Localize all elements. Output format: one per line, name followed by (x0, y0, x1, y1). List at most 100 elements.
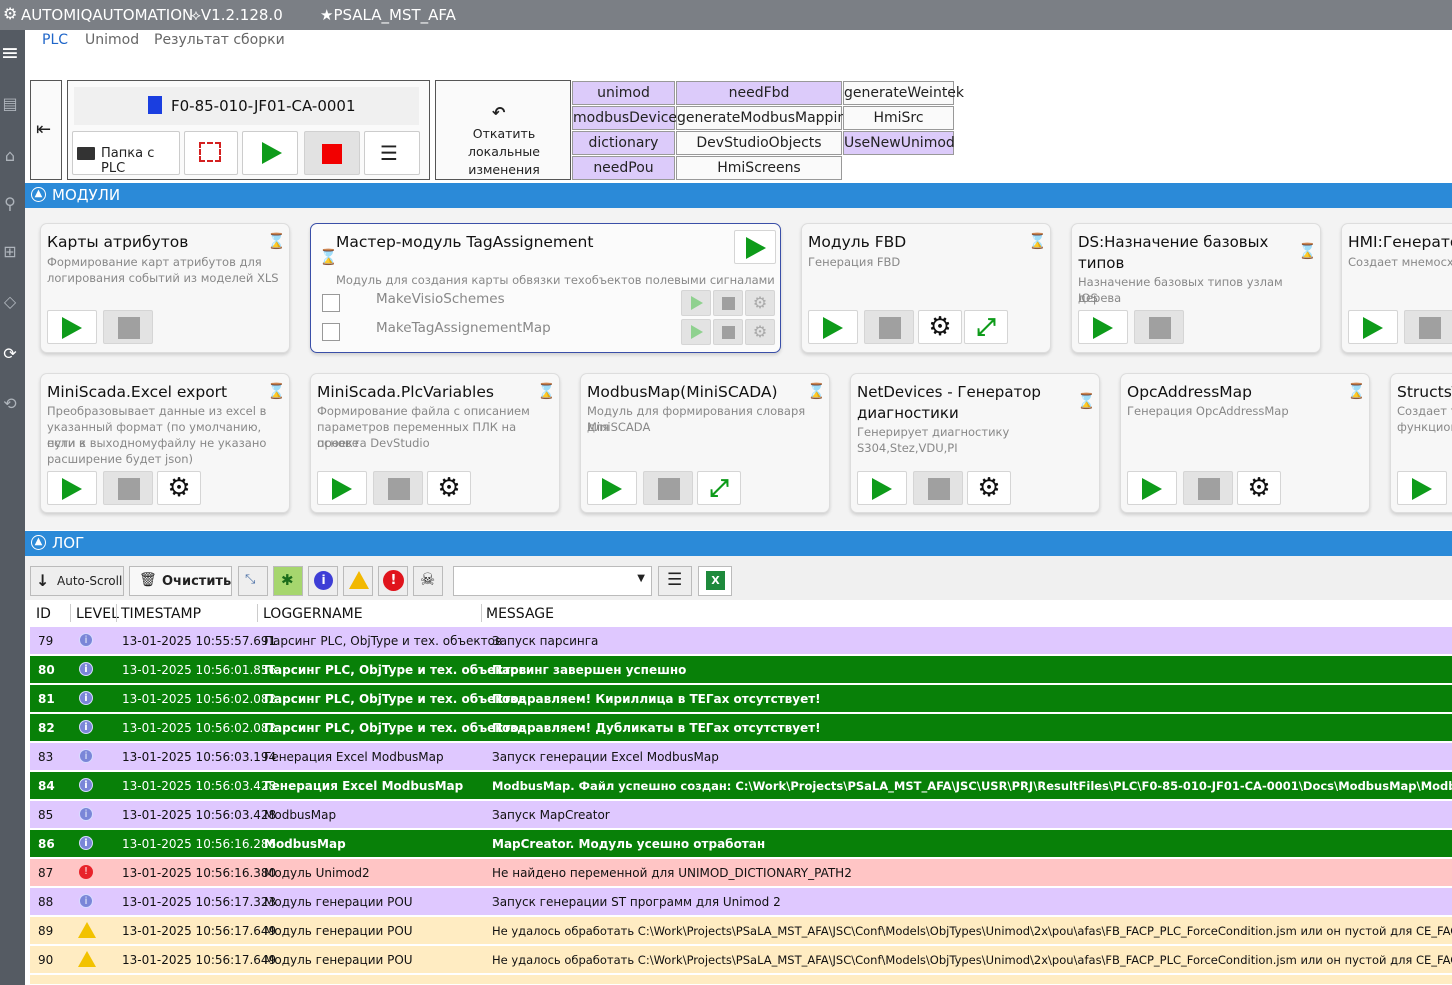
module-stop-button[interactable] (103, 471, 153, 505)
module-stop-button[interactable] (913, 471, 963, 505)
modules-section-header[interactable]: ▲ МОДУЛИ (25, 183, 1452, 209)
column-separator[interactable] (257, 604, 258, 622)
submodule-settings-button[interactable]: ⚙ (745, 290, 775, 316)
table-row[interactable]: 82 i 13-01-2025 10:56:02.082 Парсинг PLC, O… (30, 714, 1452, 742)
module-stop-button[interactable] (103, 310, 153, 344)
table-row[interactable]: 83 i 13-01-2025 10:56:03.194 Генерация Exce… (30, 743, 1452, 771)
column-header-message[interactable]: MESSAGE (486, 606, 554, 622)
project-header[interactable]: F0-85-010-JF01-CA-0001 (74, 87, 419, 125)
clear-log-button[interactable]: 🗑 Очистить (129, 566, 232, 596)
table-row[interactable]: 90 13-01-2025 10:56:17.649 Модуль генераци… (30, 946, 1452, 974)
table-row[interactable]: 80 i 13-01-2025 10:56:01.856 Парсинг PLC, O… (30, 656, 1452, 684)
table-row[interactable]: 79 i 13-01-2025 10:55:57.691 Парсинг PLC, O… (30, 627, 1452, 655)
table-row[interactable]: 84 i 13-01-2025 10:56:03.428 Генерация Exce… (30, 772, 1452, 800)
select-area-button[interactable] (184, 131, 238, 175)
column-separator[interactable] (116, 604, 117, 622)
submodule-run-button[interactable] (681, 290, 711, 316)
tab-build-result[interactable]: Результат сборки (154, 32, 285, 48)
table-row[interactable]: 89 13-01-2025 10:56:17.649 Модуль генераци… (30, 917, 1452, 945)
excel-file-icon[interactable]: ▤ (0, 94, 20, 114)
column-header-timestamp[interactable]: TIMESTAMP (121, 606, 201, 622)
fatal-level-button[interactable]: ☠ (413, 566, 443, 596)
tree-icon[interactable]: ⊞ (0, 242, 20, 262)
tag-needpou[interactable]: needPou (572, 156, 675, 180)
module-run-button[interactable] (317, 471, 367, 505)
module-stop-button[interactable] (1183, 471, 1233, 505)
column-separator[interactable] (481, 604, 482, 622)
column-header-loggername[interactable]: LOGGERNAME (263, 606, 363, 622)
module-settings-button[interactable]: ⚙ (918, 310, 962, 344)
module-run-button[interactable] (808, 310, 858, 344)
module-run-button[interactable] (1348, 310, 1398, 344)
module-run-button[interactable] (1078, 310, 1128, 344)
autoscroll-button[interactable]: ↓ Auto-Scroll (30, 566, 124, 596)
column-header-level[interactable]: LEVEL (76, 606, 119, 622)
wrap-lines-button[interactable]: ☰ (658, 566, 692, 596)
tab-unimod[interactable]: Unimod (85, 32, 139, 48)
logger-filter-select[interactable]: ▼ (453, 566, 652, 596)
module-run-button[interactable] (1397, 471, 1447, 505)
module-stop-button[interactable] (1404, 310, 1452, 344)
tag-modbusdevices[interactable]: modbusDevices (572, 106, 684, 130)
tag-unimod[interactable]: unimod (572, 81, 675, 105)
module-stop-button[interactable] (373, 471, 423, 505)
tag-generatemodbusmapping[interactable]: generateModbusMapping (676, 106, 855, 130)
error-level-button[interactable]: ! (378, 566, 408, 596)
table-row[interactable]: 88 i 13-01-2025 10:56:17.323 Модуль генерац… (30, 888, 1452, 916)
log-section-header[interactable]: ▲ ЛОГ (25, 531, 1452, 557)
module-expand-button[interactable]: ⤢ (697, 471, 741, 505)
stop-button[interactable] (304, 131, 360, 175)
menu-icon[interactable]: ≡ (0, 43, 20, 65)
factory-icon[interactable]: ⌂ (0, 146, 20, 166)
info-level-button[interactable]: i (308, 566, 338, 596)
debug-level-button[interactable]: ✱ (273, 566, 303, 596)
tag-icon[interactable]: ◇ (0, 292, 20, 312)
connect-button[interactable]: ⤡ (238, 566, 268, 596)
plc-folder-button[interactable]: Папка с PLC (72, 131, 180, 176)
maketagassignementmap-checkbox[interactable] (322, 323, 340, 341)
module-settings-button[interactable]: ⚙ (427, 471, 471, 505)
warning-level-button[interactable] (343, 566, 373, 596)
module-run-button[interactable] (47, 310, 97, 344)
collapse-button[interactable]: ⇤ (30, 80, 62, 180)
module-run-button[interactable] (1127, 471, 1177, 505)
module-run-button[interactable] (47, 471, 97, 505)
module-stop-button[interactable] (643, 471, 693, 505)
submodule-settings-button[interactable]: ⚙ (745, 319, 775, 345)
tag-hmisrc[interactable]: HmiSrc (843, 106, 954, 130)
sync-icon[interactable]: ⟳ (0, 344, 20, 364)
module-settings-button[interactable]: ⚙ (157, 471, 201, 505)
submodule-stop-button[interactable] (713, 319, 743, 345)
tag-hmiscreens[interactable]: HmiScreens (676, 156, 842, 180)
filter-icon[interactable]: ⚲ (0, 194, 20, 214)
tag-generateweintek[interactable]: generateWeintek (843, 81, 964, 105)
task-list-button[interactable]: ☰ (364, 131, 420, 175)
module-run-button[interactable] (734, 230, 776, 264)
submodule-stop-button[interactable] (713, 290, 743, 316)
table-row[interactable]: 86 i 13-01-2025 10:56:16.286 ModbusMap MapCr… (30, 830, 1452, 858)
tab-plc[interactable]: PLC (42, 32, 68, 48)
module-stop-button[interactable] (1134, 310, 1184, 344)
module-settings-button[interactable]: ⚙ (1237, 471, 1281, 505)
column-separator[interactable] (70, 604, 71, 622)
table-row[interactable]: 81 i 13-01-2025 10:56:02.082 Парсинг PLC, O… (30, 685, 1452, 713)
tag-needfbd[interactable]: needFbd (676, 81, 842, 105)
table-row[interactable]: 87! 13-01-2025 10:56:16.380 Модуль Unimod2… (30, 859, 1452, 887)
rollback-button[interactable]: ↶ Откатить локальные изменения (435, 80, 571, 180)
tag-dictionary[interactable]: dictionary (572, 131, 675, 155)
makevisioschemes-checkbox[interactable] (322, 294, 340, 312)
run-button[interactable] (242, 131, 298, 175)
table-row[interactable]: 85 i 13-01-2025 10:56:03.428 ModbusMap Запус… (30, 801, 1452, 829)
module-stop-button[interactable] (864, 310, 914, 344)
tag-usenewunimod[interactable]: UseNewUnimod (843, 131, 955, 155)
module-run-button[interactable] (857, 471, 907, 505)
module-expand-button[interactable]: ⤢ (964, 310, 1008, 344)
module-run-button[interactable] (587, 471, 637, 505)
export-excel-button[interactable]: X (698, 566, 732, 596)
submodule-run-button[interactable] (681, 319, 711, 345)
column-header-id[interactable]: ID (36, 606, 51, 622)
module-settings-button[interactable]: ⚙ (967, 471, 1011, 505)
sync-alt-icon[interactable]: ⟲ (0, 394, 20, 414)
tag-devstudioobjects[interactable]: DevStudioObjects (676, 131, 842, 155)
table-row-partial[interactable] (30, 975, 1452, 985)
